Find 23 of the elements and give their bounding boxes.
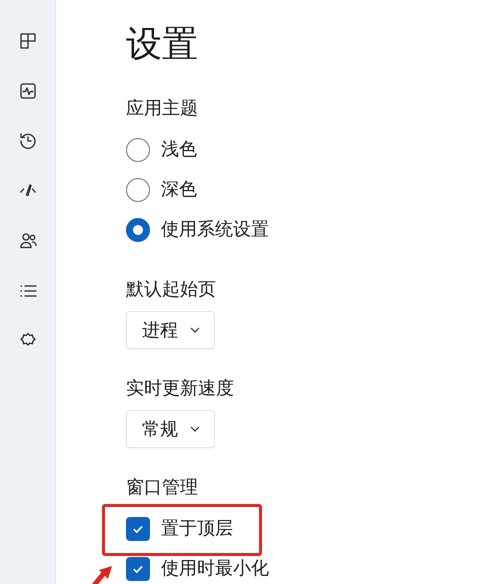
option-label: 使用时最小化 [161,557,269,581]
radio-button[interactable] [126,178,150,202]
section-label: 应用主题 [126,97,198,121]
checkbox[interactable] [126,517,150,541]
section-label: 默认起始页 [126,278,216,302]
users-icon[interactable] [18,231,38,251]
dropdown[interactable]: 进程 [126,311,215,349]
radio-button[interactable] [126,138,150,162]
option-label: 使用系统设置 [161,218,269,242]
dropdown[interactable]: 常规 [126,410,215,448]
option-label: 置于顶层 [161,517,233,541]
radio-button[interactable] [126,218,150,242]
pulse-icon[interactable] [18,81,38,101]
option-label: 深色 [161,178,197,202]
panels-icon[interactable] [18,31,38,51]
checkbox[interactable] [126,557,150,581]
page-title: 设置 [126,23,198,67]
section-label: 实时更新速度 [126,377,234,401]
history-icon[interactable] [18,131,38,151]
option-label: 浅色 [161,138,197,162]
chevron-down-icon [190,426,200,432]
chevron-down-icon [190,327,200,333]
section-label: 窗口管理 [126,476,198,500]
